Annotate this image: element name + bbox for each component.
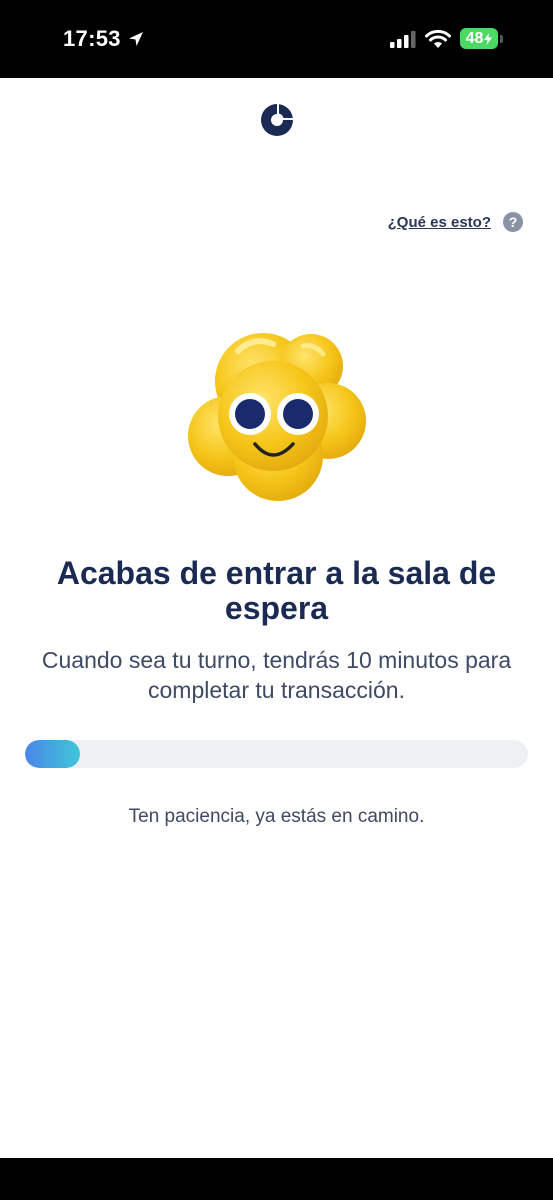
battery-tip — [500, 34, 503, 43]
smiling-yellow-mascot — [188, 333, 366, 501]
status-time: 17:53 — [63, 26, 121, 51]
bolt-icon — [484, 32, 493, 45]
signal-icon — [390, 30, 416, 48]
bottom-bar — [0, 1158, 553, 1200]
content: ¿Qué es esto? ? Acabas de entrar a la sa… — [0, 78, 553, 1158]
question-icon[interactable]: ? — [503, 212, 523, 232]
what-is-this-link[interactable]: ¿Qué es esto? — [388, 214, 491, 231]
patience-text: Ten paciencia, ya estás en camino. — [128, 806, 425, 827]
page-subtitle: Cuando sea tu turno, tendrás 10 minutos … — [41, 647, 512, 703]
status-time-group: 17:53 — [63, 26, 145, 52]
status-right: 48 — [390, 28, 503, 49]
battery-level: 48 — [465, 29, 484, 47]
status-bar: 17:53 48 — [0, 0, 553, 78]
battery-charging-icon: 48 — [460, 28, 498, 49]
page-title: Acabas de entrar a la sala de espera — [56, 555, 497, 626]
location-arrow-icon — [128, 32, 143, 46]
screen: 17:53 48 ¿Qué es esto? ? Acabas de entra… — [0, 0, 553, 1200]
help-row: ¿Qué es esto? ? — [388, 212, 523, 232]
wifi-icon — [425, 29, 451, 48]
progress-bar — [25, 740, 528, 768]
progress-fill — [25, 740, 81, 768]
c-logo-icon — [261, 104, 293, 136]
